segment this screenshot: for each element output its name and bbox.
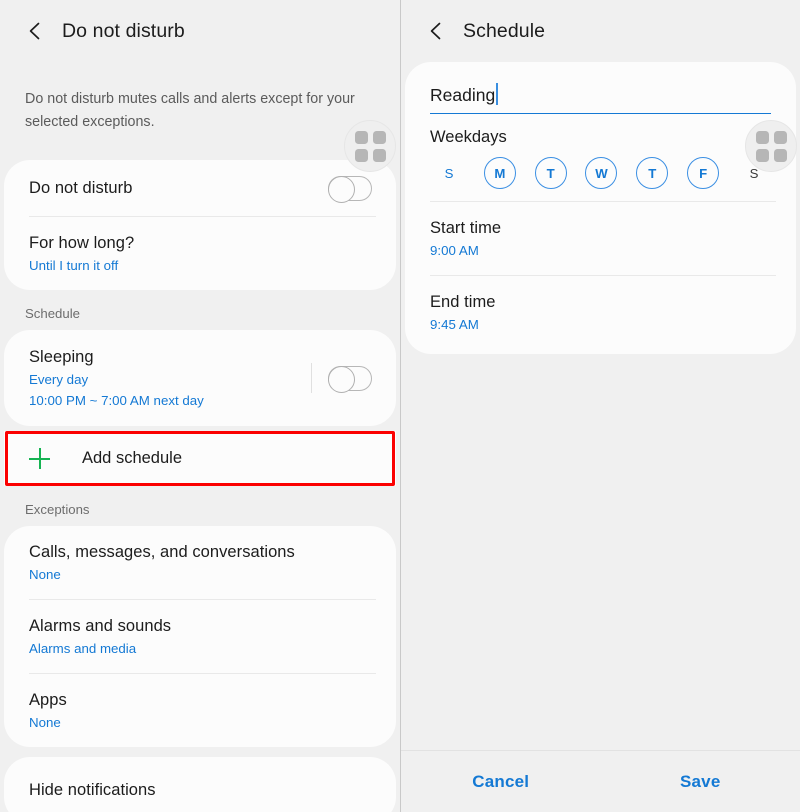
page-title: Schedule: [463, 19, 546, 42]
grid-apps-icon[interactable]: [745, 120, 797, 172]
exceptions-card: Calls, messages, and conversations None …: [4, 526, 396, 747]
dual-panel-screen: Do not disturb Do not disturb mutes call…: [0, 0, 800, 812]
right-header: Schedule: [401, 0, 800, 62]
row-value: 9:45 AM: [430, 317, 479, 332]
row-value-days: Every day: [29, 372, 89, 387]
row-label: Alarms and sounds: [29, 617, 172, 635]
weekdays-label: Weekdays: [430, 128, 507, 146]
grid-cell: [354, 130, 368, 144]
add-schedule-label: Add schedule: [82, 449, 182, 467]
section-header-schedule: Schedule: [25, 306, 80, 321]
sleeping-card: Sleeping Every day 10:00 PM ~ 7:00 AM ne…: [4, 330, 396, 426]
schedule-name-input[interactable]: Reading: [430, 82, 495, 108]
schedule-name-field[interactable]: Reading: [430, 82, 771, 114]
row-value: 9:00 AM: [430, 243, 479, 258]
row-hide-notifications[interactable]: Hide notifications: [4, 757, 396, 812]
day-chip-sunday[interactable]: S: [433, 157, 465, 189]
day-chip-tuesday[interactable]: T: [534, 157, 567, 189]
add-schedule-wrapper: Add schedule: [4, 431, 396, 486]
grid-cell: [773, 130, 787, 144]
day-chip-thursday[interactable]: T: [636, 157, 669, 189]
grid-cell: [372, 148, 386, 162]
save-button[interactable]: Save: [601, 772, 800, 792]
row-value: None: [29, 567, 61, 582]
row-calls-messages[interactable]: Calls, messages, and conversations None: [4, 526, 396, 599]
sleeping-toggle[interactable]: [328, 365, 372, 393]
schedule-panel: Schedule Reading Weekdays S M T W T F S …: [400, 0, 800, 812]
row-label: Calls, messages, and conversations: [29, 543, 295, 561]
day-chip-monday[interactable]: M: [483, 157, 516, 189]
chevron-left-icon[interactable]: [22, 18, 48, 44]
row-label: Sleeping: [29, 348, 94, 366]
row-do-not-disturb[interactable]: Do not disturb: [4, 160, 396, 216]
grid-cell: [773, 148, 787, 162]
row-for-how-long[interactable]: For how long? Until I turn it off: [4, 217, 396, 290]
grid-cell: [372, 130, 386, 144]
day-selector: S M T W T F S: [405, 147, 796, 201]
grid-cell: [354, 148, 368, 162]
dnd-card: Do not disturb For how long? Until I tur…: [4, 160, 396, 290]
cancel-button[interactable]: Cancel: [401, 772, 601, 792]
do-not-disturb-panel: Do not disturb Do not disturb mutes call…: [0, 0, 400, 812]
day-chip-friday[interactable]: F: [687, 157, 720, 189]
row-apps[interactable]: Apps None: [4, 674, 396, 747]
plus-icon: [29, 448, 50, 469]
schedule-editor-card: Reading Weekdays S M T W T F S Start tim…: [405, 62, 796, 354]
row-start-time[interactable]: Start time 9:00 AM: [405, 202, 796, 275]
vertical-divider: [311, 363, 312, 393]
grid-cell: [755, 148, 769, 162]
grid-cell: [755, 130, 769, 144]
row-value-time: 10:00 PM ~ 7:00 AM next day: [29, 393, 204, 408]
row-value: Alarms and media: [29, 641, 137, 656]
row-end-time[interactable]: End time 9:45 AM: [405, 276, 796, 354]
row-value: None: [29, 715, 61, 730]
chevron-left-icon[interactable]: [423, 18, 449, 44]
grid-apps-icon[interactable]: [344, 120, 396, 172]
sleeping-toggle-group: [311, 363, 372, 393]
row-label: Start time: [430, 219, 502, 237]
row-label: End time: [430, 293, 496, 311]
day-chip-wednesday[interactable]: W: [585, 157, 618, 189]
row-sleeping[interactable]: Sleeping Every day 10:00 PM ~ 7:00 AM ne…: [4, 330, 396, 426]
row-alarms-sounds[interactable]: Alarms and sounds Alarms and media: [4, 600, 396, 673]
hide-notifications-card: Hide notifications: [4, 757, 396, 812]
text-caret: [496, 83, 498, 105]
do-not-disturb-toggle[interactable]: [328, 175, 372, 203]
add-schedule-button[interactable]: Add schedule: [4, 431, 396, 486]
row-label: Hide notifications: [29, 781, 156, 799]
dnd-description: Do not disturb mutes calls and alerts ex…: [25, 91, 355, 130]
row-label: For how long?: [29, 234, 135, 252]
page-title: Do not disturb: [62, 19, 185, 42]
row-label: Apps: [29, 691, 67, 709]
row-value: Until I turn it off: [29, 258, 119, 273]
section-header-exceptions: Exceptions: [25, 502, 90, 517]
schedule-action-bar: Cancel Save: [401, 750, 800, 812]
row-label: Do not disturb: [29, 179, 133, 197]
left-header: Do not disturb: [0, 0, 400, 62]
